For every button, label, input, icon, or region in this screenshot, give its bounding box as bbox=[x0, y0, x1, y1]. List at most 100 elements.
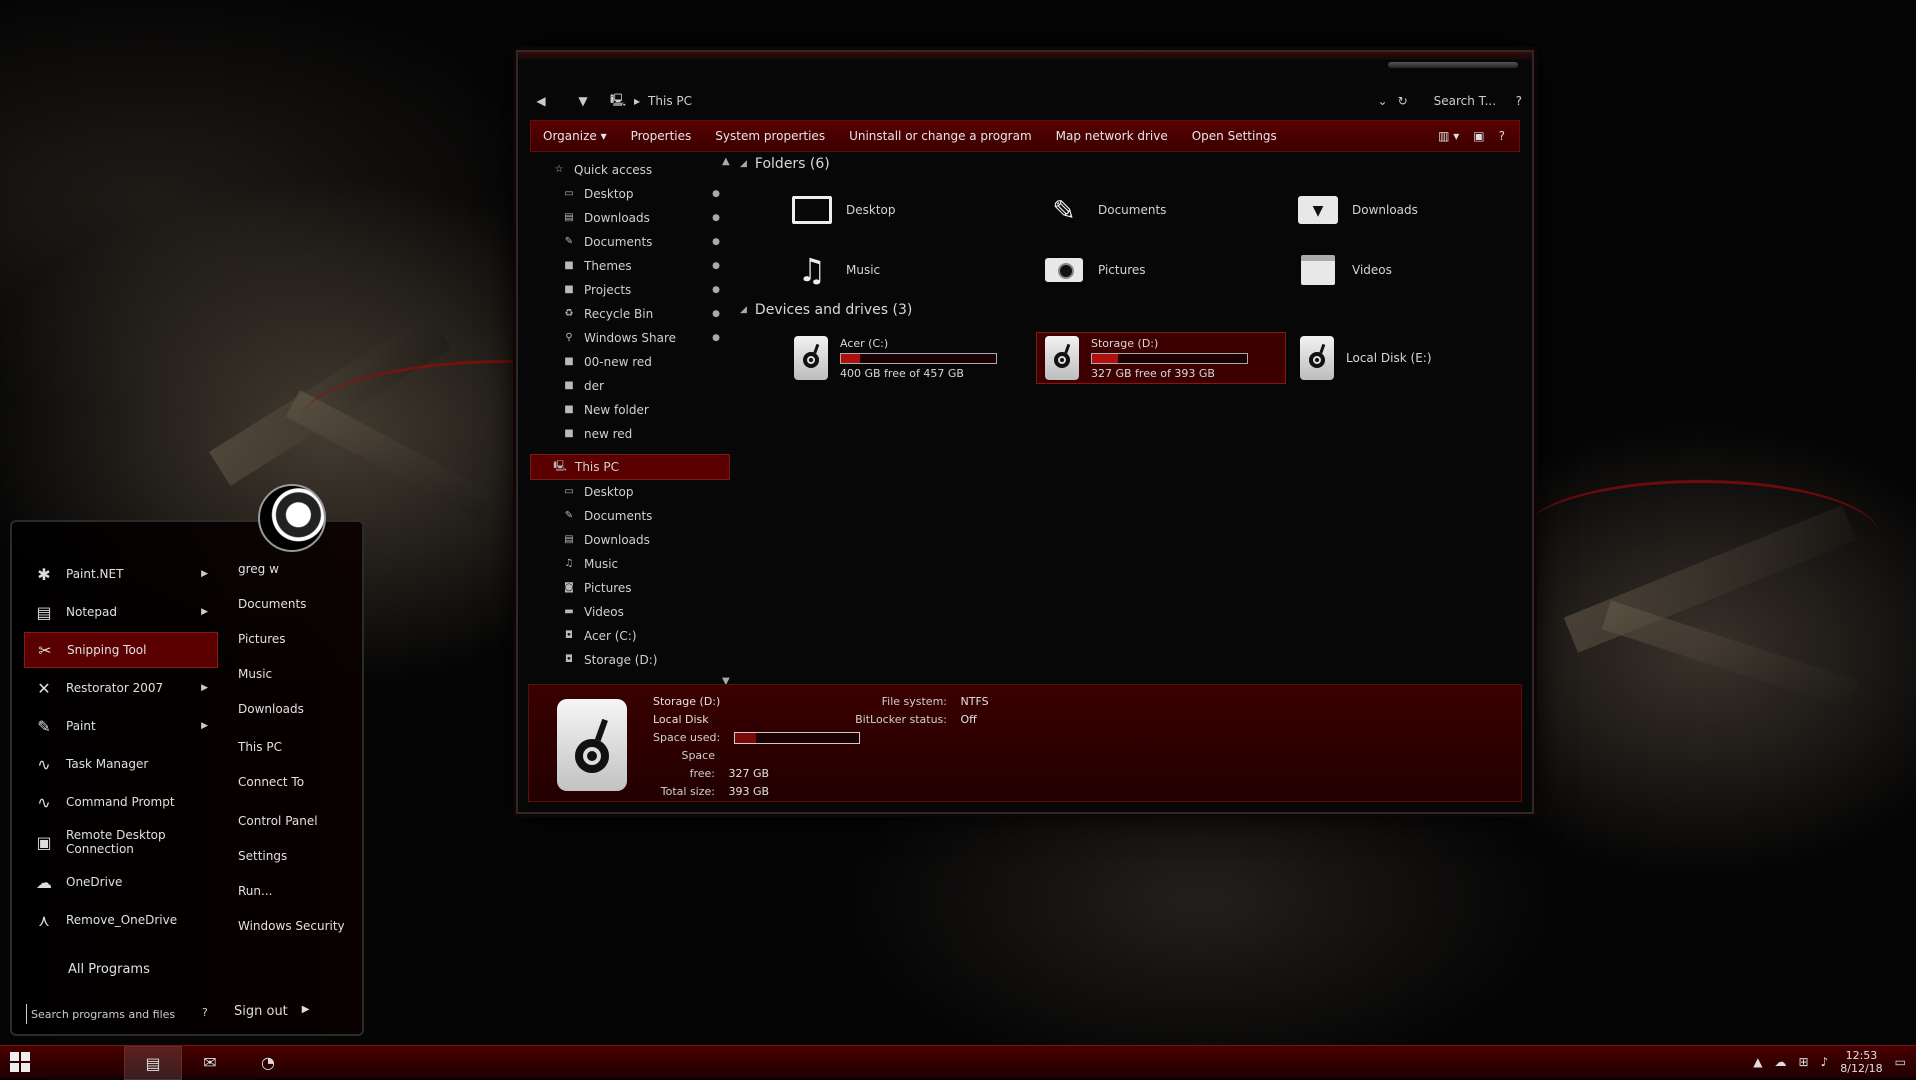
nav-item-documents[interactable]: ✎ Documents ● bbox=[530, 230, 730, 254]
address-dropdown-icon[interactable]: ⌄ bbox=[1378, 94, 1388, 108]
taskbar-file-explorer[interactable]: ▤ bbox=[124, 1046, 182, 1080]
refresh-icon[interactable]: ↻ bbox=[1398, 94, 1408, 108]
sign-out-button[interactable]: Sign out ▶ bbox=[234, 1004, 309, 1019]
nav-item-der[interactable]: ■ der bbox=[530, 374, 730, 398]
space-free-value: 327 GB bbox=[728, 767, 770, 780]
taskbar-app[interactable]: ◔ bbox=[240, 1046, 296, 1078]
window-controls[interactable] bbox=[1388, 62, 1518, 68]
scroll-up-icon[interactable]: ▲ bbox=[722, 156, 730, 167]
nav-quick-access[interactable]: ☆ Quick access bbox=[530, 158, 730, 182]
preview-pane-icon[interactable]: ▣ bbox=[1473, 129, 1484, 143]
open-settings-button[interactable]: Open Settings bbox=[1180, 121, 1289, 151]
program-onedrive[interactable]: ☁ OneDrive bbox=[24, 864, 218, 900]
folder-downloads[interactable]: ▼ Downloads bbox=[1298, 188, 1518, 232]
drive-storage-d[interactable]: Storage (D:) 327 GB free of 393 GB bbox=[1036, 332, 1286, 384]
program-paint[interactable]: ✎ Paint ▶ bbox=[24, 708, 218, 744]
nav-item-projects[interactable]: ■ Projects ● bbox=[530, 278, 730, 302]
search-help-icon[interactable]: ? bbox=[202, 1006, 208, 1019]
view-options-icon[interactable]: ▥ ▾ bbox=[1438, 129, 1459, 143]
nav-pc-videos[interactable]: ▬ Videos bbox=[530, 600, 730, 624]
folder-music[interactable]: ♫ Music bbox=[792, 248, 1012, 292]
start-link-downloads[interactable]: Downloads bbox=[238, 702, 304, 716]
nav-this-pc[interactable]: 🖳 This PC bbox=[530, 454, 730, 480]
nav-pc-pictures[interactable]: ◙ Pictures bbox=[530, 576, 730, 600]
nav-pc-documents[interactable]: ✎ Documents bbox=[530, 504, 730, 528]
help-icon[interactable]: ? bbox=[1516, 94, 1522, 108]
collapse-icon: ◢ bbox=[740, 305, 747, 315]
desktop-icon: ▭ bbox=[564, 486, 574, 497]
program-remove-onedrive[interactable]: ⋏ Remove_OneDrive bbox=[24, 902, 218, 938]
organize-button[interactable]: Organize ▾ bbox=[531, 121, 619, 151]
drive-free-text: 327 GB free of 393 GB bbox=[1091, 366, 1215, 380]
uninstall-program-button[interactable]: Uninstall or change a program bbox=[837, 121, 1044, 151]
notifications-icon[interactable]: ▭ bbox=[1895, 1055, 1906, 1069]
nav-item-new-red[interactable]: ■ new red bbox=[530, 422, 730, 446]
properties-button[interactable]: Properties bbox=[619, 121, 704, 151]
nav-item-desktop[interactable]: ▭ Desktop ● bbox=[530, 182, 730, 206]
nav-pc-storage-d[interactable]: ◘ Storage (D:) bbox=[530, 648, 730, 672]
devices-group-header[interactable]: ◢ Devices and drives (3) bbox=[740, 302, 912, 318]
folder-icon: ■ bbox=[564, 284, 574, 295]
nav-pc-music[interactable]: ♫ Music bbox=[530, 552, 730, 576]
window-titlebar[interactable] bbox=[518, 52, 1532, 60]
clock[interactable]: 12:53 8/12/18 bbox=[1840, 1049, 1882, 1075]
volume-icon[interactable]: ♪ bbox=[1821, 1055, 1829, 1069]
nav-pc-downloads[interactable]: ▤ Downloads bbox=[530, 528, 730, 552]
start-link-pictures[interactable]: Pictures bbox=[238, 632, 286, 646]
program-restorator[interactable]: ✕ Restorator 2007 ▶ bbox=[24, 670, 218, 706]
folder-documents[interactable]: ✎ Documents bbox=[1044, 188, 1264, 232]
program-paint-net[interactable]: ✱ Paint.NET ▶ bbox=[24, 556, 218, 592]
start-link-control-panel[interactable]: Control Panel bbox=[238, 814, 318, 828]
start-search-input[interactable]: Search programs and files bbox=[26, 1004, 227, 1024]
start-link-music[interactable]: Music bbox=[238, 667, 272, 681]
program-command-prompt[interactable]: ∿ Command Prompt bbox=[24, 784, 218, 820]
nav-item-themes[interactable]: ■ Themes ● bbox=[530, 254, 730, 278]
drive-local-disk-e[interactable]: Local Disk (E:) bbox=[1292, 332, 1532, 384]
breadcrumb[interactable]: 🖳 ▸ This PC bbox=[610, 91, 692, 112]
explorer-window: ◀ ▼ 🖳 ▸ This PC ⌄ ↻ Search T... ? Organi… bbox=[516, 50, 1534, 814]
all-programs-button[interactable]: All Programs bbox=[68, 962, 150, 977]
help-icon[interactable]: ? bbox=[1499, 129, 1505, 143]
start-link-windows-security[interactable]: Windows Security bbox=[238, 919, 345, 933]
hard-disk-icon bbox=[794, 336, 828, 380]
program-remote-desktop[interactable]: ▣ Remote Desktop Connection bbox=[24, 822, 218, 862]
nav-item-downloads[interactable]: ▤ Downloads ● bbox=[530, 206, 730, 230]
folder-desktop[interactable]: Desktop bbox=[792, 188, 1012, 232]
map-network-drive-button[interactable]: Map network drive bbox=[1044, 121, 1180, 151]
music-icon: ♫ bbox=[797, 251, 827, 289]
start-link-user[interactable]: greg w bbox=[238, 562, 279, 576]
recent-dropdown-icon[interactable]: ▼ bbox=[570, 88, 596, 114]
start-link-settings[interactable]: Settings bbox=[238, 849, 287, 863]
network-icon[interactable]: ⊞ bbox=[1799, 1055, 1809, 1069]
folders-group-header[interactable]: ◢ Folders (6) bbox=[740, 156, 830, 172]
start-link-this-pc[interactable]: This PC bbox=[238, 740, 282, 754]
search-input[interactable]: Search T... bbox=[1434, 94, 1506, 108]
nav-item-00-new-red[interactable]: ■ 00-new red bbox=[530, 350, 730, 374]
user-avatar[interactable] bbox=[258, 484, 326, 552]
breadcrumb-this-pc[interactable]: This PC bbox=[648, 94, 692, 108]
start-menu: ✱ Paint.NET ▶ ▤ Notepad ▶ ✂ Snipping Tool ✕ Re… bbox=[10, 520, 364, 1036]
nav-item-windows-share[interactable]: ⚲ Windows Share ● bbox=[530, 326, 730, 350]
space-free-label: Space free: bbox=[681, 749, 715, 780]
system-properties-button[interactable]: System properties bbox=[703, 121, 837, 151]
folder-pictures[interactable]: Pictures bbox=[1044, 248, 1264, 292]
nav-item-new-folder[interactable]: ■ New folder bbox=[530, 398, 730, 422]
start-link-run[interactable]: Run... bbox=[238, 884, 272, 898]
nav-pc-acer-c[interactable]: ◘ Acer (C:) bbox=[530, 624, 730, 648]
program-snipping-tool[interactable]: ✂ Snipping Tool bbox=[24, 632, 218, 668]
folder-videos[interactable]: Videos bbox=[1298, 248, 1518, 292]
onedrive-tray-icon[interactable]: ☁ bbox=[1775, 1055, 1787, 1069]
start-button[interactable] bbox=[0, 1046, 40, 1078]
start-link-documents[interactable]: Documents bbox=[238, 597, 306, 611]
program-notepad[interactable]: ▤ Notepad ▶ bbox=[24, 594, 218, 630]
drive-name: Local Disk (E:) bbox=[1346, 351, 1432, 365]
taskbar-mail[interactable]: ✉ bbox=[182, 1046, 238, 1078]
program-task-manager[interactable]: ∿ Task Manager bbox=[24, 746, 218, 782]
drive-acer-c[interactable]: Acer (C:) 400 GB free of 457 GB bbox=[786, 332, 1026, 384]
back-icon[interactable]: ◀ bbox=[528, 88, 554, 114]
drive-free-text: 400 GB free of 457 GB bbox=[840, 366, 964, 380]
tray-overflow-icon[interactable]: ▲ bbox=[1753, 1055, 1762, 1069]
nav-item-recycle-bin[interactable]: ♻ Recycle Bin ● bbox=[530, 302, 730, 326]
start-link-connect-to[interactable]: Connect To bbox=[238, 775, 304, 789]
nav-pc-desktop[interactable]: ▭ Desktop bbox=[530, 480, 730, 504]
